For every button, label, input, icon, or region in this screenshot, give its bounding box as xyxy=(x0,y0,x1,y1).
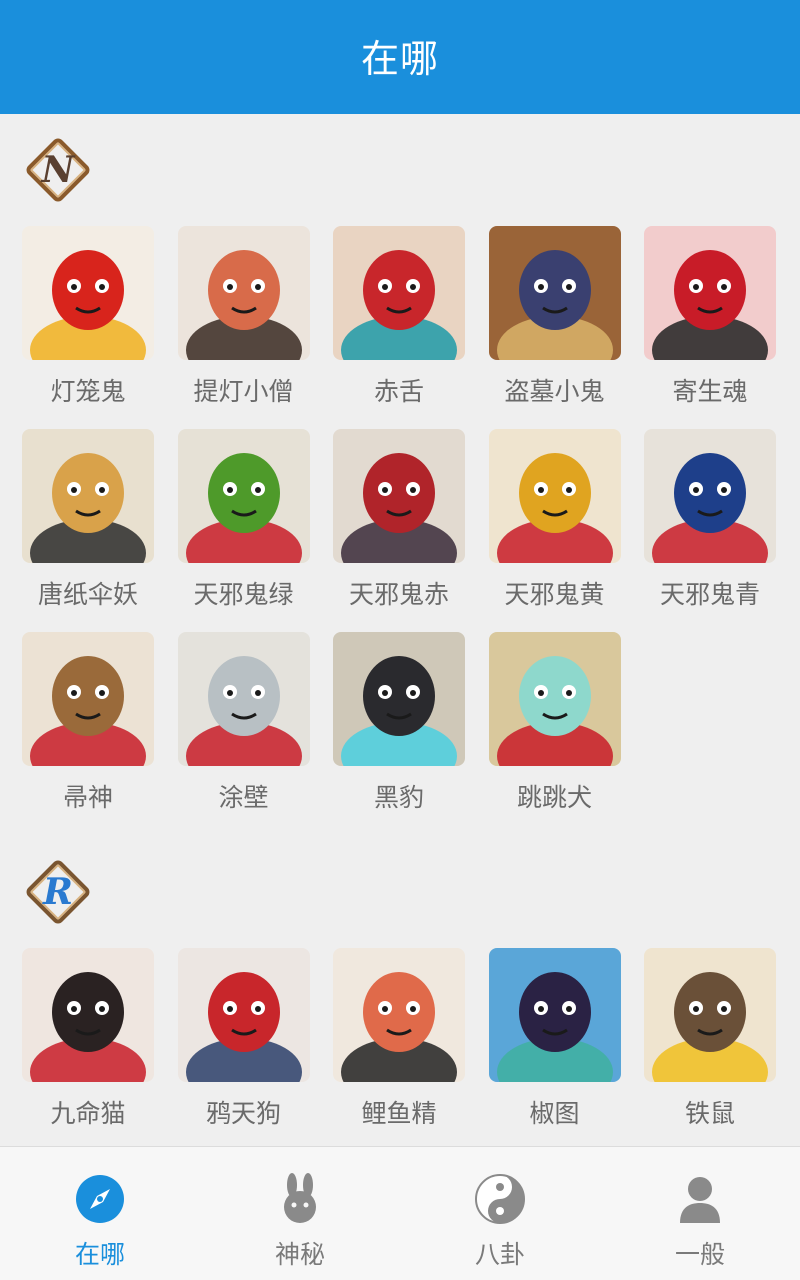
compass-icon xyxy=(76,1175,124,1223)
portrait-image xyxy=(22,429,154,563)
shikigami-thumbnail xyxy=(22,226,154,360)
portrait-image xyxy=(333,948,465,1082)
shikigami-card[interactable]: 鸦天狗 xyxy=(176,948,312,1146)
shikigami-thumbnail xyxy=(177,429,310,563)
portrait-image xyxy=(22,632,154,766)
portrait-image xyxy=(488,226,621,360)
shikigami-card[interactable]: 跳跳犬 xyxy=(487,632,623,832)
shikigami-thumbnail xyxy=(177,226,310,360)
tab-shenmi[interactable]: 神秘 xyxy=(200,1147,400,1280)
shikigami-card[interactable]: 盗墓小鬼 xyxy=(487,226,623,426)
portrait-image xyxy=(644,429,776,563)
shikigami-card[interactable]: 铁鼠 xyxy=(642,948,778,1146)
shikigami-name: 天邪鬼赤 xyxy=(348,580,449,609)
page-title: 在哪 xyxy=(360,37,439,81)
shikigami-thumbnail xyxy=(488,632,621,766)
shikigami-card[interactable]: 椒图 xyxy=(487,948,623,1146)
shikigami-name: 盗墓小鬼 xyxy=(504,377,605,406)
rarity-r-badge: R xyxy=(22,856,94,928)
shikigami-thumbnail xyxy=(22,632,154,766)
portrait-image xyxy=(488,948,621,1082)
shikigami-thumbnail xyxy=(333,948,465,1082)
rarity-n-badge: N xyxy=(22,134,94,206)
tab-zaina[interactable]: 在哪 xyxy=(0,1147,200,1280)
shikigami-card[interactable]: 赤舌 xyxy=(331,226,467,426)
shikigami-name: 涂壁 xyxy=(218,783,269,812)
shikigami-card[interactable]: 寄生魂 xyxy=(642,226,778,426)
shikigami-thumbnail xyxy=(177,632,310,766)
shikigami-name: 提灯小僧 xyxy=(193,377,294,406)
portrait-image xyxy=(488,632,621,766)
rarity-letter: N xyxy=(41,149,75,191)
shikigami-name: 唐纸伞妖 xyxy=(37,580,138,609)
shikigami-name: 灯笼鬼 xyxy=(50,377,126,406)
shikigami-card[interactable]: 天邪鬼青 xyxy=(642,429,778,629)
shikigami-card[interactable]: 提灯小僧 xyxy=(176,226,312,426)
shikigami-thumbnail xyxy=(333,632,465,766)
shikigami-thumbnail xyxy=(333,226,465,360)
portrait-image xyxy=(488,429,621,563)
shikigami-card[interactable]: 涂壁 xyxy=(176,632,312,832)
portrait-image xyxy=(644,226,776,360)
portrait-image xyxy=(177,429,310,563)
shikigami-name: 黑豹 xyxy=(373,783,424,812)
shikigami-card[interactable]: 帚神 xyxy=(20,632,156,832)
shikigami-name: 天邪鬼黄 xyxy=(504,580,605,609)
portrait-image xyxy=(644,948,776,1082)
shikigami-name: 寄生魂 xyxy=(672,377,748,406)
shikigami-thumbnail xyxy=(177,948,310,1082)
shikigami-thumbnail xyxy=(644,948,776,1082)
user-icon xyxy=(680,1177,720,1223)
shikigami-name: 帚神 xyxy=(62,783,113,812)
shikigami-thumbnail xyxy=(488,226,621,360)
portrait-image xyxy=(177,632,310,766)
shikigami-card[interactable]: 唐纸伞妖 xyxy=(20,429,156,629)
shikigami-thumbnail xyxy=(488,429,621,563)
portrait-image xyxy=(22,226,154,360)
shikigami-name: 鸦天狗 xyxy=(205,1099,281,1128)
shikigami-name: 赤舌 xyxy=(373,377,424,406)
portrait-image xyxy=(177,948,310,1082)
shikigami-name: 天邪鬼绿 xyxy=(193,580,294,609)
shikigami-thumbnail xyxy=(488,948,621,1082)
tab-label: 八卦 xyxy=(474,1240,525,1269)
shikigami-name: 跳跳犬 xyxy=(516,783,592,812)
portrait-image xyxy=(22,948,154,1082)
shikigami-name: 九命猫 xyxy=(50,1099,126,1128)
shikigami-name: 椒图 xyxy=(529,1099,580,1128)
tab-yiban[interactable]: 一般 xyxy=(600,1147,800,1280)
shikigami-thumbnail xyxy=(333,429,465,563)
portrait-image xyxy=(177,226,310,360)
portrait-image xyxy=(333,429,465,563)
shikigami-thumbnail xyxy=(644,226,776,360)
shikigami-name: 铁鼠 xyxy=(684,1099,735,1128)
shikigami-card[interactable]: 黑豹 xyxy=(331,632,467,832)
rarity-letter: R xyxy=(43,871,73,913)
portrait-image xyxy=(333,632,465,766)
shikigami-name: 鲤鱼精 xyxy=(361,1099,437,1128)
shikigami-card[interactable]: 九命猫 xyxy=(20,948,156,1146)
shikigami-card[interactable]: 鲤鱼精 xyxy=(331,948,467,1146)
shikigami-name: 天邪鬼青 xyxy=(659,580,760,609)
shikigami-card[interactable]: 天邪鬼赤 xyxy=(331,429,467,629)
shikigami-card[interactable]: 灯笼鬼 xyxy=(20,226,156,426)
bottom-tab-bar: 在哪 神秘 八卦 一般 xyxy=(0,1146,800,1280)
shikigami-thumbnail xyxy=(22,948,154,1082)
tab-label: 神秘 xyxy=(274,1240,325,1269)
tab-bagua[interactable]: 八卦 xyxy=(400,1147,600,1280)
tab-label: 一般 xyxy=(674,1240,725,1269)
shikigami-thumbnail xyxy=(22,429,154,563)
app-header: 在哪 xyxy=(0,0,800,114)
tab-label: 在哪 xyxy=(74,1240,125,1269)
shikigami-thumbnail xyxy=(644,429,776,563)
yin-yang-icon xyxy=(475,1174,525,1224)
rabbit-icon xyxy=(284,1173,316,1223)
shikigami-card[interactable]: 天邪鬼黄 xyxy=(487,429,623,629)
shikigami-card[interactable]: 天邪鬼绿 xyxy=(176,429,312,629)
shikigami-list[interactable]: N 灯笼鬼 提灯小僧 赤舌 盗墓小鬼 寄生魂唐纸伞妖 天邪鬼绿 天邪鬼赤 天邪鬼黄 天邪鬼青帚神… xyxy=(0,114,800,1146)
portrait-image xyxy=(333,226,465,360)
